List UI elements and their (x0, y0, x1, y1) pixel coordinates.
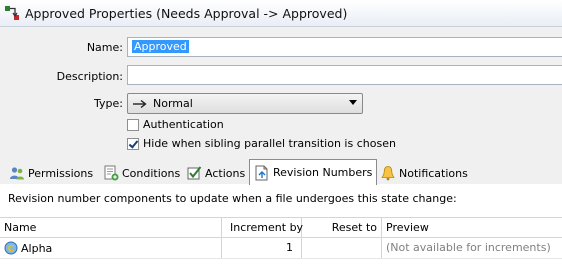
title-bar: Approved Properties (Needs Approval -> A… (0, 0, 562, 27)
description-label: Description: (56, 70, 123, 83)
cell-name-text: Alpha (21, 241, 53, 255)
tab-actions[interactable]: Actions (182, 162, 249, 184)
cell-name: C Alpha (0, 238, 222, 258)
properties-form: Name: Approved Description: Type: Normal… (0, 27, 562, 157)
tab-strip: Permissions Conditions Actions Revision … (0, 158, 562, 185)
panel-description: Revision number components to update whe… (8, 192, 457, 205)
right-arrow-icon (133, 99, 147, 108)
svg-text:C: C (8, 245, 15, 255)
permissions-icon (10, 167, 24, 180)
authentication-checkbox-row[interactable]: Authentication (127, 118, 224, 131)
tab-notifications[interactable]: Notifications (376, 162, 472, 184)
cell-reset-to[interactable] (302, 238, 382, 258)
tab-label: Revision Numbers (273, 166, 373, 179)
authentication-label: Authentication (143, 118, 224, 131)
tab-label: Permissions (28, 166, 94, 180)
window-title: Approved Properties (Needs Approval -> A… (25, 5, 348, 21)
notifications-icon (381, 166, 395, 181)
type-label: Type: (94, 97, 123, 110)
tab-conditions[interactable]: Conditions (99, 162, 184, 184)
revision-numbers-icon (255, 165, 268, 180)
column-header-increment-by[interactable]: Increment by (222, 218, 303, 237)
name-label: Name: (86, 41, 123, 54)
grid-header: Name Increment by Reset to Preview (0, 217, 562, 238)
hide-transition-checkbox[interactable] (127, 137, 139, 150)
hide-transition-label: Hide when sibling parallel transition is… (143, 137, 396, 150)
tab-revision-numbers[interactable]: Revision Numbers (249, 159, 378, 185)
actions-icon (187, 166, 202, 180)
conditions-icon (104, 165, 119, 181)
column-header-preview[interactable]: Preview (382, 218, 562, 237)
cell-preview: (Not available for increments) (386, 241, 551, 254)
transition-icon (5, 6, 19, 20)
hide-transition-checkbox-row[interactable]: Hide when sibling parallel transition is… (127, 137, 396, 150)
name-input-value: Approved (132, 40, 189, 53)
tab-label: Conditions (122, 166, 181, 180)
revision-components-grid: Name Increment by Reset to Preview C Alp… (0, 217, 562, 259)
description-input[interactable] (127, 65, 562, 85)
chevron-down-icon (349, 100, 357, 105)
type-dropdown-value: Normal (153, 97, 193, 110)
revision-numbers-panel: Revision number components to update whe… (0, 184, 562, 266)
cell-increment-by[interactable]: 1 (222, 238, 302, 258)
column-header-reset-to[interactable]: Reset to (302, 218, 382, 237)
type-dropdown[interactable]: Normal (127, 93, 363, 114)
component-icon: C (4, 241, 18, 255)
tab-permissions[interactable]: Permissions (5, 162, 97, 184)
name-input[interactable]: Approved (127, 37, 562, 57)
column-header-name[interactable]: Name (0, 218, 222, 237)
tab-label: Notifications (399, 166, 468, 180)
table-row[interactable]: C Alpha 1 (Not available for increments) (0, 238, 562, 259)
authentication-checkbox[interactable] (127, 118, 139, 131)
tab-label: Actions (205, 166, 246, 180)
